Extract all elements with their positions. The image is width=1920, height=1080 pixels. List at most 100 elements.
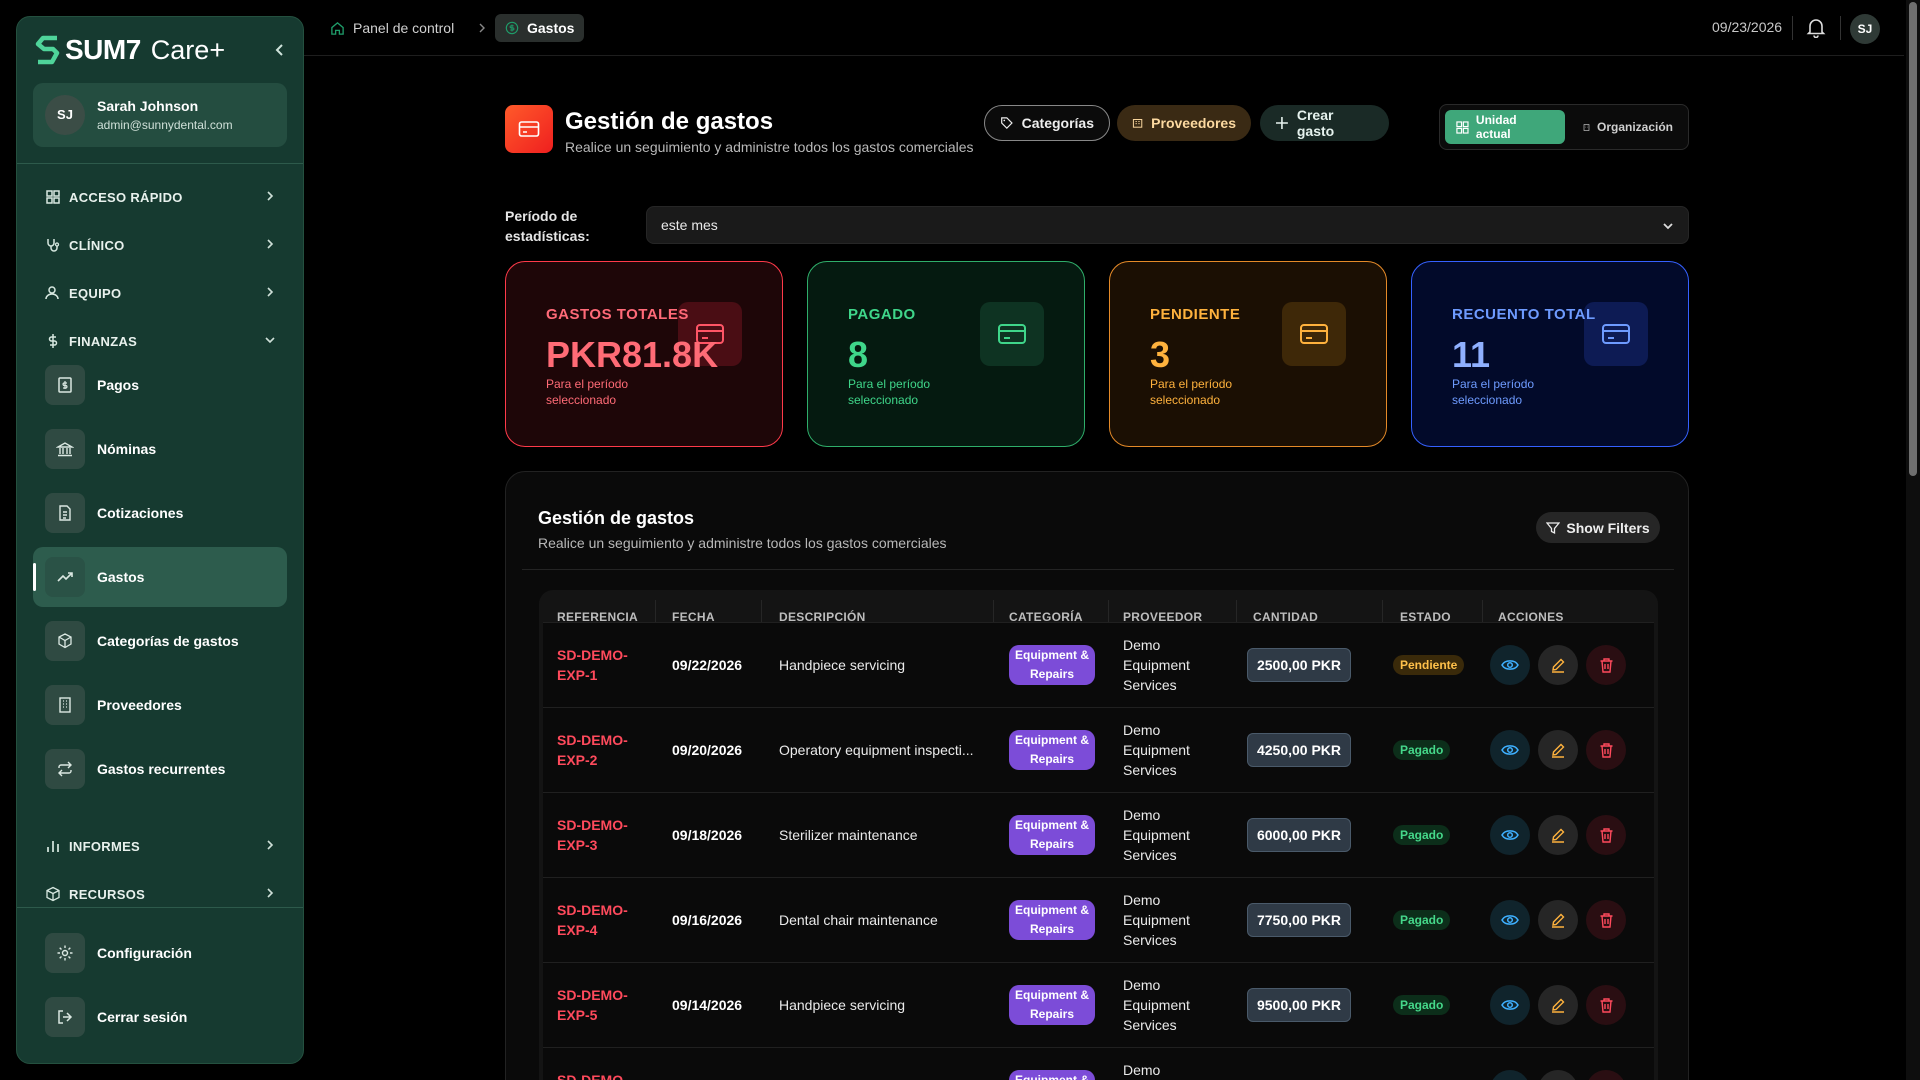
toggle-organization[interactable]: Organización (1572, 110, 1684, 144)
brand-name: SUM7 (65, 34, 141, 65)
user-avatar-button[interactable]: SJ (1850, 14, 1880, 44)
reference-link[interactable]: SD-DEMO- EXP-1 (557, 645, 637, 685)
delete-button[interactable] (1586, 645, 1626, 685)
table-row[interactable]: SD-DEMO- EXP-4 09/16/2026 Dental chair main… (543, 877, 1654, 962)
edit-button[interactable] (1538, 815, 1578, 855)
document-icon (45, 493, 85, 533)
table-row[interactable]: SD-DEMO- EXP-3 09/18/2026 Sterilizer mainte… (543, 792, 1654, 877)
sidebar-item-label: Configuración (97, 945, 192, 961)
delete-button[interactable] (1586, 985, 1626, 1025)
chevron-down-icon (265, 337, 275, 344)
view-button[interactable] (1490, 985, 1530, 1025)
category-line: Equipment & (1015, 903, 1089, 917)
reference-link[interactable]: SD-DEMO- EXP-4 (557, 900, 637, 940)
collapse-sidebar-button[interactable] (269, 39, 291, 61)
building-icon (1132, 119, 1143, 128)
sidebar-item-recurring-expenses[interactable]: Gastos recurrentes (33, 739, 287, 799)
sidebar-item-logout[interactable]: Cerrar sesión (33, 987, 287, 1047)
filter-icon (1546, 521, 1561, 534)
sidebar-item-label: Categorías de gastos (97, 633, 239, 649)
brand-logo[interactable]: SUM7 Care+ (35, 33, 225, 67)
view-button[interactable] (1490, 730, 1530, 770)
building-icon (1583, 123, 1590, 131)
sidebar-item-payroll[interactable]: Nóminas (33, 419, 287, 479)
reference-link[interactable]: SD-DEMO- EXP-2 (557, 730, 637, 770)
edit-button[interactable] (1538, 645, 1578, 685)
sidebar-section-finance[interactable]: FINANZAS (45, 328, 277, 354)
edit-button[interactable] (1538, 730, 1578, 770)
view-button[interactable] (1490, 1070, 1530, 1080)
category-line: Repairs (1029, 922, 1075, 936)
sidebar-item-label: Gastos (97, 569, 145, 585)
sidebar-item-expenses[interactable]: Gastos (33, 547, 287, 607)
expense-description: Dental chair maintenance (779, 912, 938, 928)
current-date: 09/23/2026 (1712, 19, 1783, 35)
stat-label: PENDIENTE (1150, 306, 1241, 323)
sidebar-item-suppliers[interactable]: Proveedores (33, 675, 287, 735)
expenses-table: REFERENCIA FECHA DESCRIPCIÓN CATEGORÍA P… (539, 590, 1658, 1080)
scrollbar-thumb[interactable] (1909, 2, 1917, 476)
bell-icon[interactable] (1806, 16, 1826, 38)
reference-link[interactable]: SD-DEMO- EXP-5 (557, 985, 637, 1025)
gear-icon (45, 933, 85, 973)
table-row[interactable]: SD-DEMO-EXP-6 Equipment &Repairs Demo (543, 1047, 1654, 1080)
chevron-right-icon (267, 239, 274, 249)
categories-button[interactable]: Categorías (984, 105, 1110, 141)
section-label: CLÍNICO (69, 237, 125, 253)
table-row[interactable]: SD-DEMO- EXP-1 09/22/2026 Handpiece servici… (543, 622, 1654, 707)
supplier-name: Demo (1123, 1060, 1203, 1080)
edit-button[interactable] (1538, 985, 1578, 1025)
reference-link[interactable]: SD-DEMO- EXP-3 (557, 815, 637, 855)
toggle-current-unit[interactable]: Unidad actual (1445, 110, 1565, 144)
suppliers-button[interactable]: Proveedores (1117, 105, 1251, 141)
sidebar-section-quick-access[interactable]: ACCESO RÁPIDO (45, 184, 277, 210)
edit-button[interactable] (1538, 900, 1578, 940)
supplier-line: Equipment (1123, 657, 1190, 673)
avatar: SJ (45, 95, 85, 135)
period-select[interactable]: este mes (646, 206, 1689, 244)
repeat-icon (45, 749, 85, 789)
sidebar-item-payments[interactable]: Pagos (33, 355, 287, 415)
view-button[interactable] (1490, 815, 1530, 855)
create-expense-button[interactable]: Crear gasto (1260, 105, 1389, 141)
reference-link[interactable]: SD-DEMO-EXP-6 (557, 1070, 637, 1080)
sidebar-section-team[interactable]: EQUIPO (45, 280, 277, 306)
stat-card-total-expenses: GASTOS TOTALES PKR81.8K Para el período … (505, 261, 783, 447)
trash-icon (1600, 828, 1612, 843)
sidebar-item-settings[interactable]: Configuración (33, 923, 287, 983)
sidebar-item-label: Proveedores (97, 697, 182, 713)
sidebar-section-resources[interactable]: RECURSOS (45, 881, 277, 907)
table-row[interactable]: SD-DEMO- EXP-5 09/14/2026 Handpiece servici… (543, 962, 1654, 1047)
divider (17, 163, 303, 164)
delete-button[interactable] (1586, 1070, 1626, 1080)
delete-button[interactable] (1586, 900, 1626, 940)
category-line: Repairs (1029, 1007, 1075, 1021)
divider (1840, 16, 1841, 40)
view-button[interactable] (1490, 900, 1530, 940)
breadcrumb-label: Gastos (527, 20, 575, 36)
sidebar-section-clinical[interactable]: CLÍNICO (45, 232, 277, 258)
table-row[interactable]: SD-DEMO- EXP-2 09/20/2026 Operatory equipme… (543, 707, 1654, 792)
period-value: este mes (661, 217, 718, 233)
reference-line: SD-DEMO- (557, 902, 628, 918)
reference-line: SD-DEMO- (557, 1072, 628, 1080)
edit-button[interactable] (1538, 1070, 1578, 1080)
delete-button[interactable] (1586, 815, 1626, 855)
top-bar: Panel de control Gastos 09/23/2026 SJ (304, 0, 1904, 56)
sidebar-item-expense-categories[interactable]: Categorías de gastos (33, 611, 287, 671)
view-button[interactable] (1490, 645, 1530, 685)
section-label: ACCESO RÁPIDO (69, 189, 183, 205)
stat-value: 11 (1452, 334, 1491, 375)
breadcrumb-home[interactable]: Panel de control (330, 14, 454, 42)
expense-description: Handpiece servicing (779, 657, 906, 673)
category-line: Equipment & (1015, 648, 1089, 662)
card-title: Gestión de gastos (538, 508, 695, 528)
sidebar-item-quotes[interactable]: Cotizaciones (33, 483, 287, 543)
supplier-line: Equipment (1123, 997, 1190, 1013)
category-badge: Equipment &Repairs (1009, 1070, 1095, 1080)
delete-button[interactable] (1586, 730, 1626, 770)
user-card[interactable]: SJ Sarah Johnson admin@sunnydental.com (33, 83, 287, 147)
divider (522, 569, 1674, 570)
sidebar-section-reports[interactable]: INFORMES (45, 833, 277, 859)
show-filters-button[interactable]: Show Filters (1536, 512, 1660, 543)
